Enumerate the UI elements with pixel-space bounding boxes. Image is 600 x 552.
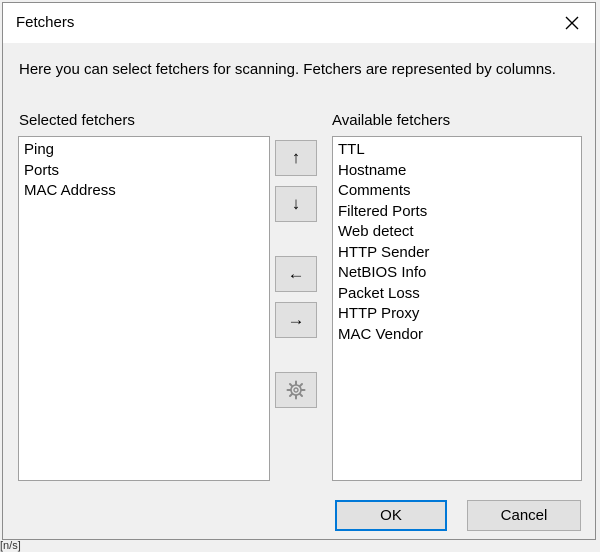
close-icon — [565, 16, 579, 30]
dialog-title: Fetchers — [16, 14, 75, 31]
list-item[interactable]: Comments — [338, 181, 581, 202]
arrow-left-icon: ← — [287, 264, 305, 283]
dialog-description: Here you can select fetchers for scannin… — [19, 61, 556, 78]
cancel-button[interactable]: Cancel — [467, 500, 581, 531]
gear-icon — [286, 380, 306, 400]
list-item[interactable]: Packet Loss — [338, 284, 581, 305]
list-item[interactable]: Web detect — [338, 222, 581, 243]
list-item[interactable]: Ping — [24, 140, 269, 161]
move-up-button[interactable]: ↑ — [275, 140, 317, 176]
available-fetchers-label: Available fetchers — [332, 112, 451, 129]
selected-fetchers-list[interactable]: Ping Ports MAC Address — [18, 136, 270, 481]
ok-button[interactable]: OK — [335, 500, 447, 531]
list-item[interactable]: MAC Address — [24, 181, 269, 202]
arrow-up-icon: ↑ — [291, 148, 301, 167]
arrow-down-icon: ↓ — [291, 194, 301, 213]
list-item[interactable]: HTTP Sender — [338, 243, 581, 264]
close-button[interactable] — [549, 3, 595, 43]
background-status-text: [n/s] — [0, 540, 21, 552]
title-bar: Fetchers — [3, 3, 595, 43]
settings-button[interactable] — [275, 372, 317, 408]
move-down-button[interactable]: ↓ — [275, 186, 317, 222]
move-right-button[interactable]: → — [275, 302, 317, 338]
selected-fetchers-label: Selected fetchers — [19, 112, 135, 129]
list-item[interactable]: HTTP Proxy — [338, 304, 581, 325]
list-item[interactable]: TTL — [338, 140, 581, 161]
list-item[interactable]: NetBIOS Info — [338, 263, 581, 284]
fetchers-dialog: Fetchers Here you can select fetchers fo… — [2, 2, 596, 540]
available-fetchers-list[interactable]: TTL Hostname Comments Filtered Ports Web… — [332, 136, 582, 481]
arrow-right-icon: → — [287, 310, 305, 329]
move-left-button[interactable]: ← — [275, 256, 317, 292]
list-item[interactable]: MAC Vendor — [338, 325, 581, 346]
list-item[interactable]: Filtered Ports — [338, 202, 581, 223]
list-item[interactable]: Hostname — [338, 161, 581, 182]
list-item[interactable]: Ports — [24, 161, 269, 182]
